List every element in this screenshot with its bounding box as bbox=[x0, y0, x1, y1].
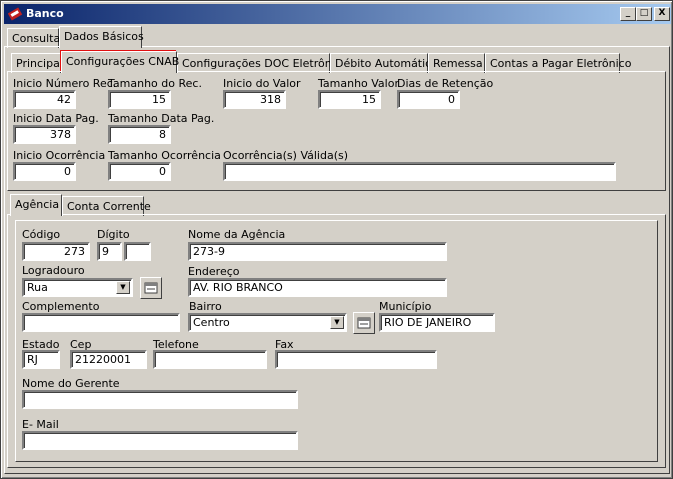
tab-contas-pagar-eletronico[interactable]: Contas a Pagar Eletrônico bbox=[485, 53, 631, 73]
tab-principal[interactable]: Principal bbox=[11, 53, 63, 73]
complemento-field[interactable] bbox=[22, 313, 180, 332]
close-button[interactable]: X bbox=[654, 7, 670, 21]
telefone-field[interactable] bbox=[153, 350, 267, 369]
tamanho-do-rec-label: Tamanho do Rec. bbox=[108, 77, 202, 90]
tab-conta-corrente[interactable]: Conta Corrente bbox=[62, 196, 151, 216]
bank-icon bbox=[8, 7, 23, 21]
email-field[interactable] bbox=[22, 431, 298, 450]
tab-debito-automatico-label: Débito Automático bbox=[335, 57, 438, 70]
inicio-ocorrencia-label: Inicio Ocorrência bbox=[13, 149, 106, 162]
tab-contas-pagar-label: Contas a Pagar Eletrônico bbox=[490, 57, 632, 70]
bairro-label: Bairro bbox=[189, 300, 222, 313]
tab-configuracoes-doc-label: Configurações DOC Eletrônico bbox=[182, 57, 348, 70]
chevron-down-icon[interactable]: ▼ bbox=[330, 316, 344, 329]
lookup-icon bbox=[357, 317, 371, 329]
inicio-data-pag-field[interactable]: 378 bbox=[13, 125, 76, 144]
main-window: Banco _ □ X Consulta Dados Básicos Princ… bbox=[0, 0, 673, 479]
tamanho-do-rec-field[interactable]: 15 bbox=[108, 90, 171, 109]
tab-remessa[interactable]: Remessa bbox=[428, 53, 485, 73]
lookup-icon bbox=[144, 282, 158, 294]
tamanho-ocorrencia-field[interactable]: 0 bbox=[108, 162, 171, 181]
nome-gerente-label: Nome do Gerente bbox=[22, 377, 120, 390]
tamanho-valor-label: Tamanho Valor bbox=[318, 77, 399, 90]
codigo-field[interactable]: 273 bbox=[22, 242, 90, 261]
digito-field[interactable]: 9 bbox=[97, 242, 122, 261]
cep-field[interactable]: 21220001 bbox=[70, 350, 147, 369]
tab-debito-automatico[interactable]: Débito Automático bbox=[330, 53, 438, 73]
logradouro-value: Rua bbox=[27, 281, 48, 294]
nome-agencia-label: Nome da Agência bbox=[188, 228, 286, 241]
inicio-do-valor-field[interactable]: 318 bbox=[223, 90, 286, 109]
municipio-label: Município bbox=[379, 300, 432, 313]
inicio-numero-rec-field[interactable]: 42 bbox=[13, 90, 76, 109]
tab-configuracoes-cnab[interactable]: Configurações CNAB bbox=[61, 51, 180, 73]
tab-principal-label: Principal bbox=[16, 57, 63, 70]
tab-dados-basicos-label: Dados Básicos bbox=[64, 30, 144, 43]
ocorrencias-validas-field[interactable] bbox=[223, 162, 616, 181]
logradouro-label: Logradouro bbox=[22, 264, 85, 277]
chevron-down-icon[interactable]: ▼ bbox=[116, 281, 130, 294]
tamanho-ocorrencia-label: Tamanho Ocorrência bbox=[108, 149, 221, 162]
tab-configuracoes-cnab-label: Configurações CNAB bbox=[66, 55, 180, 68]
inicio-numero-rec-label: Inicio Número Rec. bbox=[13, 77, 117, 90]
tab-dados-basicos[interactable]: Dados Básicos bbox=[59, 26, 144, 48]
endereco-label: Endereço bbox=[188, 265, 240, 278]
nome-gerente-field[interactable] bbox=[22, 390, 298, 409]
dias-de-retencao-label: Dias de Retenção bbox=[397, 77, 494, 90]
tab-remessa-label: Remessa bbox=[433, 57, 483, 70]
maximize-button[interactable]: □ bbox=[636, 7, 652, 21]
tamanho-valor-field[interactable]: 15 bbox=[318, 90, 381, 109]
window-title: Banco bbox=[26, 7, 64, 20]
nome-agencia-field[interactable]: 273-9 bbox=[188, 242, 447, 261]
bairro-select[interactable]: Centro ▼ bbox=[188, 313, 347, 332]
codigo-label: Código bbox=[22, 228, 61, 241]
inicio-data-pag-label: Inicio Data Pag. bbox=[13, 112, 99, 125]
endereco-field[interactable]: AV. RIO BRANCO bbox=[188, 278, 447, 297]
tab-consulta-label: Consulta bbox=[12, 32, 61, 45]
complemento-label: Complemento bbox=[22, 300, 100, 313]
digito-extra-field[interactable] bbox=[124, 242, 151, 261]
tab-agencia-label: Agência bbox=[15, 198, 60, 211]
bairro-value: Centro bbox=[193, 316, 230, 329]
inicio-ocorrencia-field[interactable]: 0 bbox=[13, 162, 76, 181]
tab-consulta[interactable]: Consulta bbox=[7, 28, 61, 48]
ocorrencias-validas-label: Ocorrência(s) Válida(s) bbox=[223, 149, 349, 162]
email-label: E- Mail bbox=[22, 418, 59, 431]
logradouro-lookup-button[interactable] bbox=[140, 277, 162, 299]
municipio-field[interactable]: RIO DE JANEIRO bbox=[379, 313, 495, 332]
fax-field[interactable] bbox=[275, 350, 437, 369]
minimize-button[interactable]: _ bbox=[620, 7, 636, 21]
inicio-do-valor-label: Inicio do Valor bbox=[223, 77, 301, 90]
bairro-lookup-button[interactable] bbox=[353, 312, 375, 334]
logradouro-select[interactable]: Rua ▼ bbox=[22, 278, 133, 297]
title-bar: Banco _ □ X bbox=[4, 4, 671, 24]
dias-de-retencao-field[interactable]: 0 bbox=[397, 90, 460, 109]
tab-agencia[interactable]: Agência bbox=[10, 194, 62, 216]
tamanho-data-pag-label: Tamanho Data Pag. bbox=[108, 112, 215, 125]
estado-field[interactable]: RJ bbox=[22, 350, 60, 369]
tamanho-data-pag-field[interactable]: 8 bbox=[108, 125, 171, 144]
tab-configuracoes-doc[interactable]: Configurações DOC Eletrônico bbox=[177, 53, 348, 73]
digito-label: Dígito bbox=[97, 228, 130, 241]
tab-conta-corrente-label: Conta Corrente bbox=[67, 200, 151, 213]
